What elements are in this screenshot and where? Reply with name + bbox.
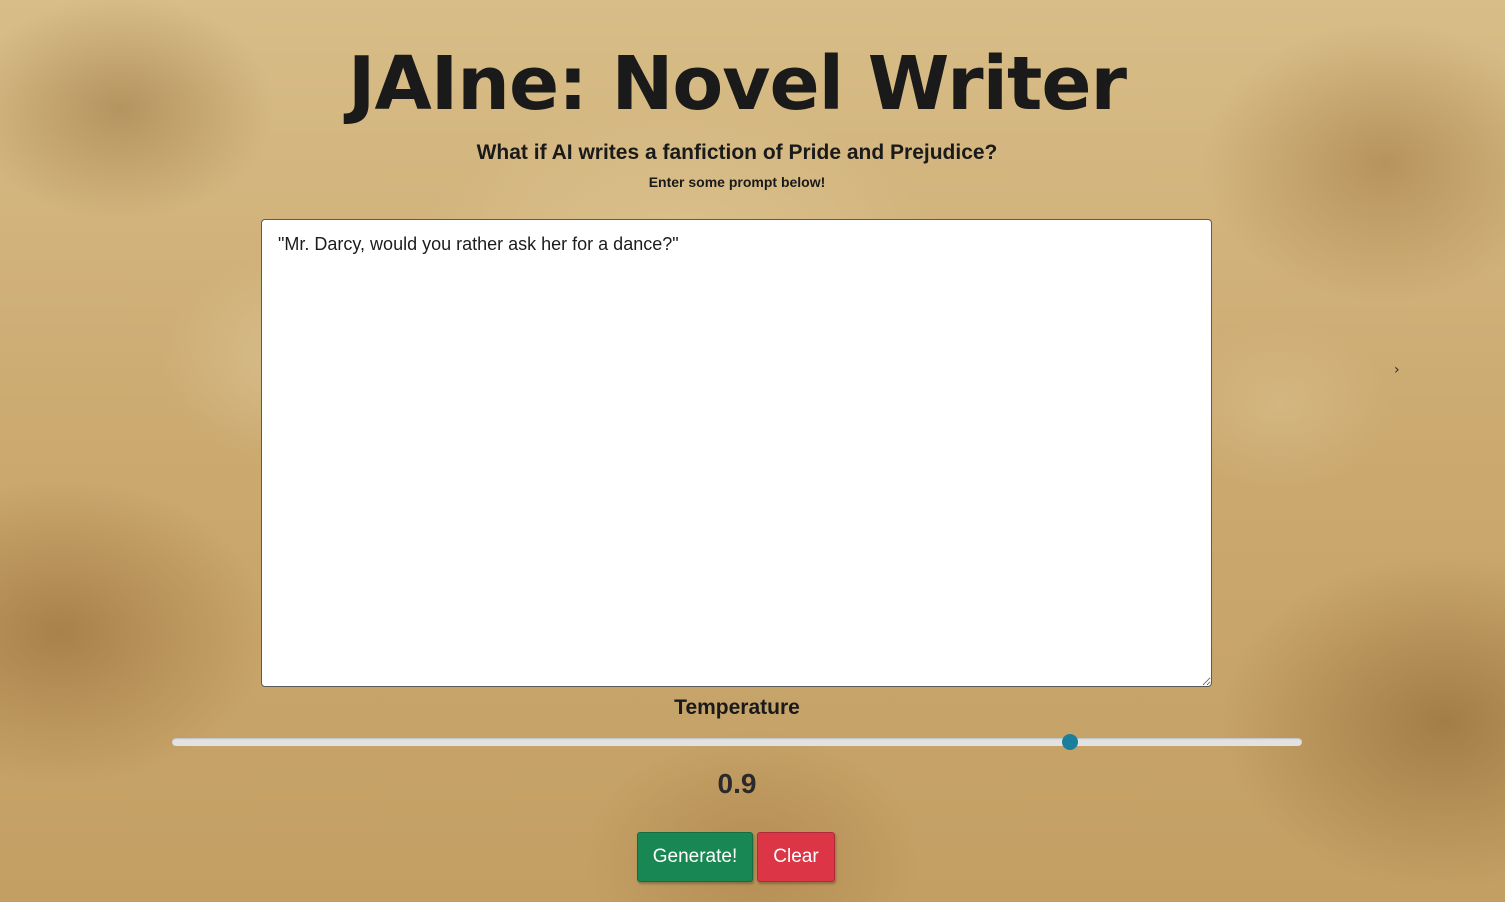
temperature-label: Temperature [674,696,800,719]
page-title: JAIne: Novel Writer [347,41,1127,127]
slider-thumb[interactable] [1062,734,1079,750]
prompt-textarea[interactable]: "Mr. Darcy, would you rather ask her for… [261,219,1212,687]
slider-track[interactable] [172,738,1302,746]
generate-button[interactable]: Generate! [637,832,753,882]
temperature-slider[interactable] [172,734,1302,750]
prompt-hint: Enter some prompt below! [648,174,826,190]
chevron-right-icon: › [1394,362,1400,378]
temperature-value: 0.9 [717,768,757,799]
clear-button[interactable]: Clear [757,832,835,882]
page-subtitle: What if AI writes a fanfiction of Pride … [476,141,998,164]
